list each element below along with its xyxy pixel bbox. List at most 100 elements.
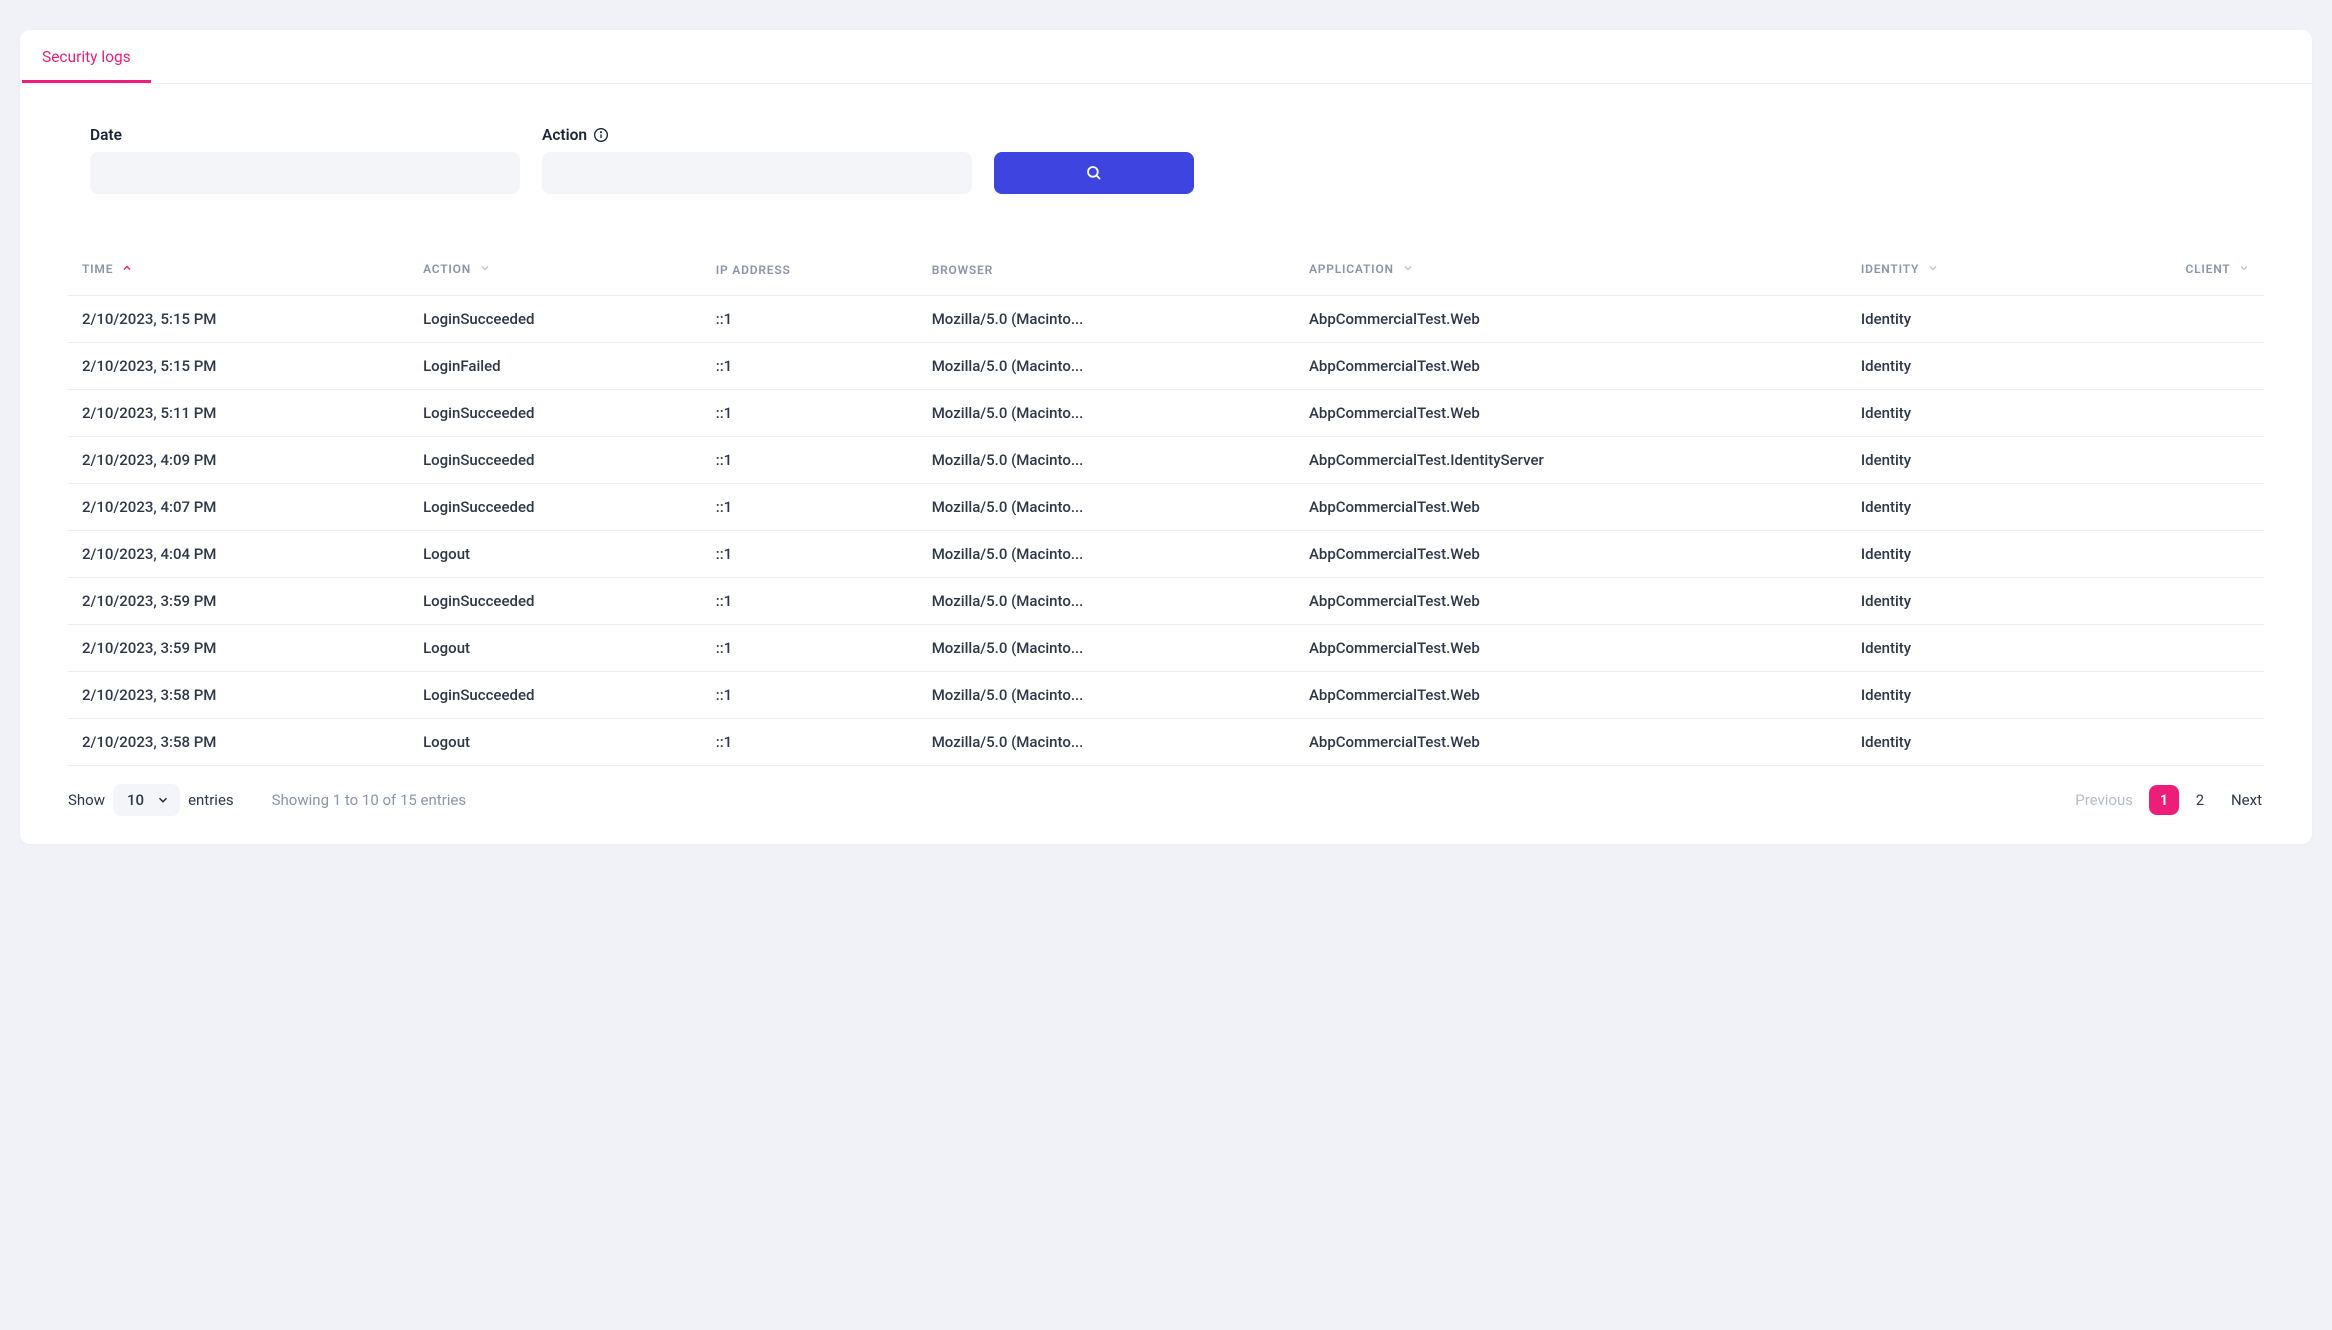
cell-browser: Mozilla/5.0 (Macinto... — [918, 719, 1295, 766]
cell-browser: Mozilla/5.0 (Macinto... — [918, 672, 1295, 719]
col-header-action-label: ACTION — [423, 262, 471, 276]
cell-time: 2/10/2023, 4:07 PM — [68, 484, 409, 531]
cell-action: Logout — [409, 531, 702, 578]
cell-identity: Identity — [1847, 672, 2070, 719]
col-header-time-label: TIME — [82, 262, 113, 276]
cell-identity: Identity — [1847, 719, 2070, 766]
cell-action: LoginSucceeded — [409, 296, 702, 343]
col-header-client[interactable]: CLIENT — [2070, 244, 2264, 296]
cell-ip: ::1 — [702, 484, 918, 531]
cell-browser: Mozilla/5.0 (Macinto... — [918, 343, 1295, 390]
table-row: 2/10/2023, 5:11 PMLoginSucceeded::1Mozil… — [68, 390, 2264, 437]
cell-browser: Mozilla/5.0 (Macinto... — [918, 437, 1295, 484]
entries-info: Showing 1 to 10 of 15 entries — [272, 791, 466, 809]
cell-identity: Identity — [1847, 578, 2070, 625]
cell-time: 2/10/2023, 5:15 PM — [68, 343, 409, 390]
cell-browser: Mozilla/5.0 (Macinto... — [918, 625, 1295, 672]
col-header-time[interactable]: TIME — [68, 244, 409, 296]
col-header-client-label: CLIENT — [2185, 262, 2230, 276]
cell-application: AbpCommercialTest.Web — [1295, 578, 1847, 625]
cell-ip: ::1 — [702, 672, 918, 719]
cell-application: AbpCommercialTest.Web — [1295, 672, 1847, 719]
cell-application: AbpCommercialTest.Web — [1295, 296, 1847, 343]
cell-time: 2/10/2023, 3:59 PM — [68, 625, 409, 672]
cell-browser: Mozilla/5.0 (Macinto... — [918, 296, 1295, 343]
sort-icon — [1402, 262, 1414, 277]
cell-identity: Identity — [1847, 343, 2070, 390]
date-input[interactable] — [90, 152, 520, 194]
table-wrap: TIME ACTION IP ADDRESS — [20, 244, 2312, 766]
cell-ip: ::1 — [702, 390, 918, 437]
col-header-action[interactable]: ACTION — [409, 244, 702, 296]
cell-client — [2070, 531, 2264, 578]
pagination-page-2[interactable]: 2 — [2185, 785, 2215, 815]
pagination-next[interactable]: Next — [2229, 787, 2264, 813]
cell-ip: ::1 — [702, 625, 918, 672]
security-logs-card: Security logs Date Action TIME — [20, 30, 2312, 844]
cell-ip: ::1 — [702, 531, 918, 578]
cell-action: Logout — [409, 719, 702, 766]
cell-identity: Identity — [1847, 625, 2070, 672]
cell-ip: ::1 — [702, 719, 918, 766]
action-label-text: Action — [542, 126, 587, 144]
cell-identity: Identity — [1847, 484, 2070, 531]
table-row: 2/10/2023, 3:58 PMLogout::1Mozilla/5.0 (… — [68, 719, 2264, 766]
cell-action: Logout — [409, 625, 702, 672]
page-size-select[interactable]: 10 — [113, 784, 180, 816]
search-button[interactable] — [994, 152, 1194, 194]
cell-time: 2/10/2023, 5:15 PM — [68, 296, 409, 343]
cell-client — [2070, 296, 2264, 343]
cell-application: AbpCommercialTest.Web — [1295, 719, 1847, 766]
col-header-identity[interactable]: IDENTITY — [1847, 244, 2070, 296]
cell-client — [2070, 484, 2264, 531]
table-row: 2/10/2023, 5:15 PMLoginFailed::1Mozilla/… — [68, 343, 2264, 390]
chevron-down-icon — [156, 793, 170, 807]
show-label: Show — [68, 791, 105, 809]
table-row: 2/10/2023, 3:59 PMLoginSucceeded::1Mozil… — [68, 578, 2264, 625]
cell-ip: ::1 — [702, 578, 918, 625]
cell-application: AbpCommercialTest.IdentityServer — [1295, 437, 1847, 484]
cell-time: 2/10/2023, 4:04 PM — [68, 531, 409, 578]
action-input[interactable] — [542, 152, 972, 194]
cell-action: LoginSucceeded — [409, 390, 702, 437]
cell-action: LoginSucceeded — [409, 437, 702, 484]
pagination-page-1[interactable]: 1 — [2149, 785, 2179, 815]
info-icon — [593, 127, 609, 143]
cell-time: 2/10/2023, 3:58 PM — [68, 672, 409, 719]
cell-action: LoginSucceeded — [409, 578, 702, 625]
cell-ip: ::1 — [702, 437, 918, 484]
cell-browser: Mozilla/5.0 (Macinto... — [918, 578, 1295, 625]
table-row: 2/10/2023, 4:07 PMLoginSucceeded::1Mozil… — [68, 484, 2264, 531]
sort-icon — [479, 262, 491, 277]
col-header-ip[interactable]: IP ADDRESS — [702, 244, 918, 296]
cell-identity: Identity — [1847, 437, 2070, 484]
filter-area: Date Action — [20, 84, 2312, 244]
col-header-browser[interactable]: BROWSER — [918, 244, 1295, 296]
tab-security-logs[interactable]: Security logs — [22, 30, 151, 83]
action-label: Action — [542, 126, 972, 144]
entries-label: entries — [188, 791, 234, 809]
cell-client — [2070, 578, 2264, 625]
table-row: 2/10/2023, 4:04 PMLogout::1Mozilla/5.0 (… — [68, 531, 2264, 578]
cell-browser: Mozilla/5.0 (Macinto... — [918, 531, 1295, 578]
cell-browser: Mozilla/5.0 (Macinto... — [918, 484, 1295, 531]
show-entries: Show 10 entries — [68, 784, 234, 816]
cell-client — [2070, 719, 2264, 766]
filter-group-date: Date — [90, 126, 520, 194]
cell-identity: Identity — [1847, 390, 2070, 437]
cell-client — [2070, 390, 2264, 437]
table-row: 2/10/2023, 3:59 PMLogout::1Mozilla/5.0 (… — [68, 625, 2264, 672]
pagination-previous[interactable]: Previous — [2073, 787, 2135, 813]
sort-icon — [1927, 262, 1939, 277]
cell-client — [2070, 343, 2264, 390]
cell-action: LoginFailed — [409, 343, 702, 390]
col-header-identity-label: IDENTITY — [1861, 262, 1919, 276]
search-icon — [1085, 164, 1103, 182]
cell-application: AbpCommercialTest.Web — [1295, 343, 1847, 390]
col-header-application[interactable]: APPLICATION — [1295, 244, 1847, 296]
security-logs-table: TIME ACTION IP ADDRESS — [68, 244, 2264, 766]
col-header-ip-label: IP ADDRESS — [716, 263, 791, 277]
cell-time: 2/10/2023, 5:11 PM — [68, 390, 409, 437]
cell-time: 2/10/2023, 3:59 PM — [68, 578, 409, 625]
pagination: Previous 12 Next — [2073, 785, 2264, 815]
